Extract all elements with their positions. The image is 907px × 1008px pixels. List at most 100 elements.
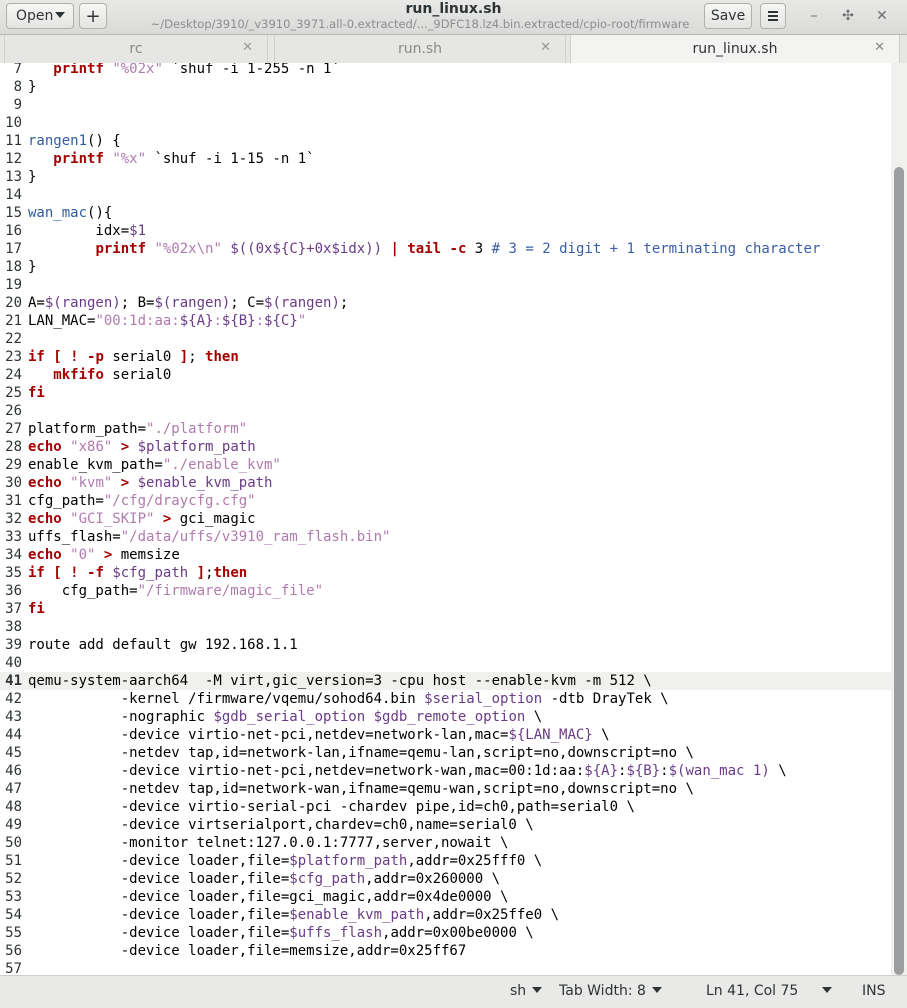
code-line[interactable]: 44 -device virtio-net-pci,netdev=network… (0, 726, 891, 744)
code-line[interactable]: 28 echo "x86" > $platform_path (0, 438, 891, 456)
code-text[interactable]: route add default gw 192.168.1.1 (28, 636, 298, 654)
cursor-position[interactable]: Ln 41, Col 75 (706, 983, 833, 999)
code-line[interactable]: 38 (0, 618, 891, 636)
code-line[interactable]: 9 (0, 96, 891, 114)
code-text[interactable]: qemu-system-aarch64 -M virt,gic_version=… (28, 672, 652, 690)
code-line[interactable]: 12 printf "%x" `shuf -i 1-15 -n 1` (0, 150, 891, 168)
code-line[interactable]: 48 -device virtio-serial-pci -chardev pi… (0, 798, 891, 816)
code-line[interactable]: 18} (0, 258, 891, 276)
code-text[interactable]: printf "%x" `shuf -i 1-15 -n 1` (28, 150, 314, 168)
tab-run-linux-sh[interactable]: run_linux.sh ✕ (570, 35, 900, 63)
code-line[interactable]: 41 qemu-system-aarch64 -M virt,gic_versio… (0, 672, 891, 690)
code-text[interactable]: LAN_MAC="00:1d:aa:${A}:${B}:${C}" (28, 312, 306, 330)
code-text[interactable]: if [ ! -f $cfg_path ];then (28, 564, 247, 582)
code-text[interactable]: -netdev tap,id=network-wan,ifname=qemu-w… (28, 780, 694, 798)
code-text[interactable]: printf "%02x\n" $((0x${C}+0x$idx)) | tai… (28, 240, 820, 258)
code-text[interactable]: enable_kvm_path="./enable_kvm" (28, 456, 281, 474)
code-text[interactable]: -netdev tap,id=network-lan,ifname=qemu-l… (28, 744, 694, 762)
scrollbar-thumb[interactable] (894, 167, 904, 975)
save-button[interactable]: Save (704, 3, 752, 29)
code-text[interactable]: printf "%02x" `shuf -i 1-255 -n 1` (28, 63, 340, 78)
code-text[interactable]: -device loader,file=$uffs_flash,addr=0x0… (28, 924, 534, 942)
code-text[interactable]: platform_path="./platform" (28, 420, 247, 438)
code-text[interactable]: cfg_path="/cfg/draycfg.cfg" (28, 492, 256, 510)
code-line[interactable]: 54 -device loader,file=$enable_kvm_path,… (0, 906, 891, 924)
code-text[interactable]: -device loader,file=gci_magic,addr=0x4de… (28, 888, 509, 906)
code-text[interactable]: -device loader,file=$enable_kvm_path,add… (28, 906, 559, 924)
code-text[interactable]: echo "0" > memsize (28, 546, 180, 564)
code-line[interactable]: 55 -device loader,file=$uffs_flash,addr=… (0, 924, 891, 942)
code-text[interactable]: } (28, 258, 36, 276)
close-icon[interactable]: ✕ (874, 8, 890, 24)
code-line[interactable]: 29 enable_kvm_path="./enable_kvm" (0, 456, 891, 474)
code-line[interactable]: 34 echo "0" > memsize (0, 546, 891, 564)
code-line[interactable]: 22 (0, 330, 891, 348)
code-text[interactable]: if [ ! -p serial0 ]; then (28, 348, 239, 366)
code-line[interactable]: 57 (0, 960, 891, 975)
code-line[interactable]: 23 if [ ! -p serial0 ]; then (0, 348, 891, 366)
code-line[interactable]: 11 rangen1() { (0, 132, 891, 150)
code-text[interactable]: A=$(rangen); B=$(rangen); C=$(rangen); (28, 294, 348, 312)
code-line[interactable]: 14 (0, 186, 891, 204)
code-text[interactable]: -device virtserialport,chardev=ch0,name=… (28, 816, 534, 834)
code-line[interactable]: 31 cfg_path="/cfg/draycfg.cfg" (0, 492, 891, 510)
code-editor[interactable]: 7 printf "%02x" `shuf -i 1-255 -n 1` 8} 9 1… (0, 63, 891, 975)
code-text[interactable]: } (28, 78, 36, 96)
code-line[interactable]: 19 (0, 276, 891, 294)
code-text[interactable]: mkfifo serial0 (28, 366, 171, 384)
code-line[interactable]: 36 cfg_path="/firmware/magic_file" (0, 582, 891, 600)
code-line[interactable]: 15 wan_mac(){ (0, 204, 891, 222)
code-text[interactable]: -kernel /firmware/vqemu/sohod64.bin $ser… (28, 690, 669, 708)
code-line[interactable]: 35 if [ ! -f $cfg_path ];then (0, 564, 891, 582)
code-text[interactable]: -monitor telnet:127.0.0.1:7777,server,no… (28, 834, 509, 852)
code-text[interactable]: fi (28, 384, 45, 402)
code-text[interactable]: } (28, 168, 36, 186)
code-line[interactable]: 13} (0, 168, 891, 186)
code-line[interactable]: 39 route add default gw 192.168.1.1 (0, 636, 891, 654)
code-text[interactable]: wan_mac(){ (28, 204, 112, 222)
code-line[interactable]: 8} (0, 78, 891, 96)
language-selector[interactable]: sh (510, 983, 543, 999)
vertical-scrollbar[interactable] (891, 63, 907, 975)
code-text[interactable]: echo "GCI_SKIP" > gci_magic (28, 510, 256, 528)
tab-rc[interactable]: rc ✕ (4, 35, 268, 63)
code-text[interactable]: -nographic $gdb_serial_option $gdb_remot… (28, 708, 542, 726)
code-text[interactable]: echo "kvm" > $enable_kvm_path (28, 474, 272, 492)
close-tab-icon[interactable]: ✕ (874, 40, 885, 55)
code-line[interactable]: 20 A=$(rangen); B=$(rangen); C=$(rangen); (0, 294, 891, 312)
code-line[interactable]: 47 -netdev tap,id=network-wan,ifname=qem… (0, 780, 891, 798)
code-line[interactable]: 32 echo "GCI_SKIP" > gci_magic (0, 510, 891, 528)
code-text[interactable]: cfg_path="/firmware/magic_file" (28, 582, 323, 600)
code-text[interactable]: -device loader,file=memsize,addr=0x25ff6… (28, 942, 467, 960)
minimize-icon[interactable]: – (806, 8, 822, 24)
code-text[interactable]: -device virtio-net-pci,netdev=network-la… (28, 726, 610, 744)
code-line[interactable]: 43 -nographic $gdb_serial_option $gdb_re… (0, 708, 891, 726)
code-text[interactable]: -device loader,file=$platform_path,addr=… (28, 852, 542, 870)
code-line[interactable]: 53 -device loader,file=gci_magic,addr=0x… (0, 888, 891, 906)
code-line[interactable]: 49 -device virtserialport,chardev=ch0,na… (0, 816, 891, 834)
code-line[interactable]: 51 -device loader,file=$platform_path,ad… (0, 852, 891, 870)
code-line[interactable]: 33 uffs_flash="/data/uffs/v3910_ram_flash… (0, 528, 891, 546)
tab-run-sh[interactable]: run.sh ✕ (274, 35, 566, 63)
code-line[interactable]: 25 fi (0, 384, 891, 402)
hamburger-menu-button[interactable] (760, 3, 786, 29)
code-text[interactable]: -device virtio-net-pci,netdev=network-wa… (28, 762, 787, 780)
code-line[interactable]: 56 -device loader,file=memsize,addr=0x25… (0, 942, 891, 960)
code-text[interactable]: rangen1() { (28, 132, 121, 150)
code-line[interactable]: 50 -monitor telnet:127.0.0.1:7777,server… (0, 834, 891, 852)
code-line[interactable]: 16 idx=$1 (0, 222, 891, 240)
maximize-icon[interactable]: ✣ (840, 8, 856, 24)
code-line[interactable]: 17 printf "%02x\n" $((0x${C}+0x$idx)) | … (0, 240, 891, 258)
code-line[interactable]: 21 LAN_MAC="00:1d:aa:${A}:${B}:${C}" (0, 312, 891, 330)
code-line[interactable]: 37 fi (0, 600, 891, 618)
code-line[interactable]: 10 (0, 114, 891, 132)
code-line[interactable]: 7 printf "%02x" `shuf -i 1-255 -n 1` (0, 63, 891, 78)
code-line[interactable]: 52 -device loader,file=$cfg_path,addr=0x… (0, 870, 891, 888)
code-text[interactable]: fi (28, 600, 45, 618)
code-text[interactable]: -device virtio-serial-pci -chardev pipe,… (28, 798, 635, 816)
tab-width-selector[interactable]: Tab Width: 8 (559, 983, 662, 999)
close-tab-icon[interactable]: ✕ (540, 40, 551, 55)
code-line[interactable]: 45 -netdev tap,id=network-lan,ifname=qem… (0, 744, 891, 762)
code-text[interactable]: echo "x86" > $platform_path (28, 438, 256, 456)
code-text[interactable]: uffs_flash="/data/uffs/v3910_ram_flash.b… (28, 528, 390, 546)
